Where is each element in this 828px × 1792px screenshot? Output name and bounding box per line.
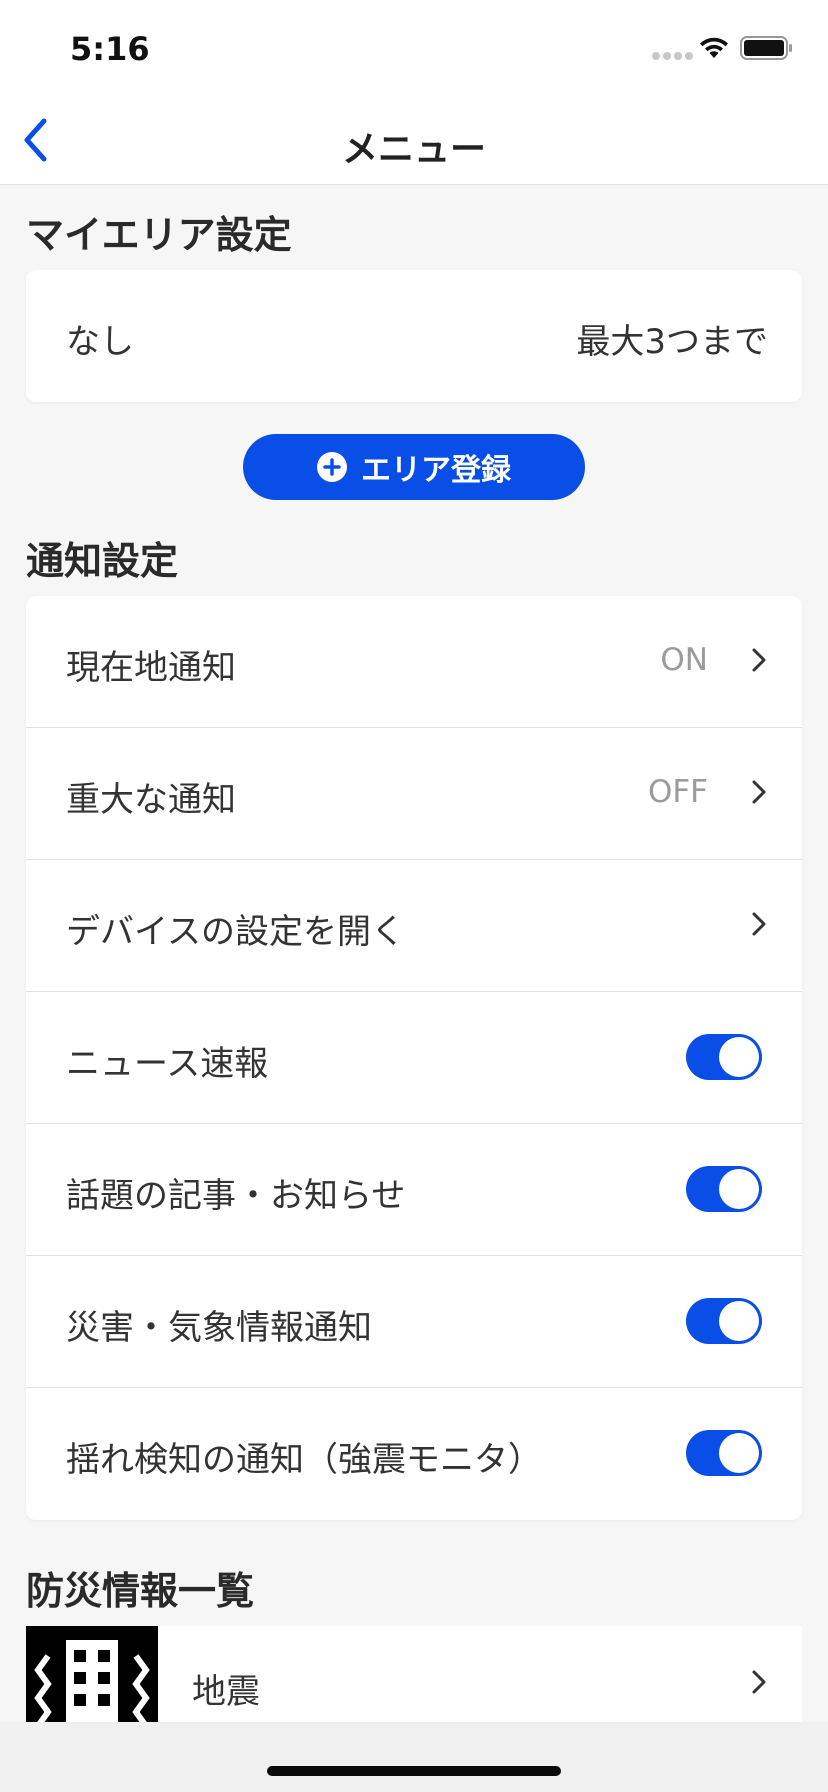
open-device-settings-row[interactable]: デバイスの設定を開く [26, 860, 802, 992]
disaster-info-section-title: 防災情報一覧 [26, 1569, 255, 1613]
my-area-current: なし [66, 322, 134, 362]
navigation-bar: メニュー [0, 100, 828, 185]
chevron-right-icon [752, 780, 766, 804]
row-label: 重大な通知 [66, 780, 236, 820]
row-label: 話題の記事・お知らせ [66, 1176, 406, 1216]
my-area-section-title: マイエリア設定 [26, 213, 292, 257]
notification-section-title: 通知設定 [26, 539, 179, 583]
plus-circle-icon [317, 452, 347, 482]
critical-notification-row[interactable]: 重大な通知 OFF [26, 728, 802, 860]
disaster-weather-row: 災害・気象情報通知 [26, 1256, 802, 1388]
cellular-signal-icon [652, 52, 693, 60]
chevron-right-icon [752, 912, 766, 936]
chevron-right-icon [752, 1670, 766, 1694]
toggle-knob [719, 1433, 759, 1473]
status-bar: 5:16 [0, 0, 828, 100]
breaking-news-toggle[interactable] [686, 1034, 762, 1080]
notification-settings-card: 現在地通知 ON 重大な通知 OFF デバイスの設定を開く ニュース速報 話題の… [26, 596, 802, 1520]
topics-toggle[interactable] [686, 1166, 762, 1212]
row-label: デバイスの設定を開く [66, 912, 405, 952]
add-area-label: エリア登録 [361, 453, 511, 488]
battery-icon [740, 36, 792, 60]
earthquake-list-item[interactable]: 地震 [26, 1626, 802, 1736]
page-title: メニュー [341, 129, 486, 170]
toggle-knob [719, 1037, 759, 1077]
shake-detection-toggle[interactable] [686, 1430, 762, 1476]
home-indicator-area [0, 1722, 828, 1792]
toggle-knob [719, 1301, 759, 1341]
row-value: ON [660, 642, 708, 678]
breaking-news-row: ニュース速報 [26, 992, 802, 1124]
location-notification-row[interactable]: 現在地通知 ON [26, 596, 802, 728]
status-time: 5:16 [70, 30, 150, 68]
row-label: 災害・気象情報通知 [66, 1308, 372, 1348]
chevron-right-icon [752, 648, 766, 672]
topics-row: 話題の記事・お知らせ [26, 1124, 802, 1256]
wifi-icon [700, 37, 728, 58]
toggle-knob [719, 1169, 759, 1209]
row-value: OFF [647, 774, 708, 810]
my-area-limit: 最大3つまで [576, 322, 768, 362]
my-area-card: なし 最大3つまで [26, 270, 802, 402]
row-label: ニュース速報 [66, 1044, 269, 1084]
row-label: 揺れ検知の通知（強震モニタ） [66, 1440, 542, 1480]
home-indicator[interactable] [267, 1766, 561, 1776]
add-area-button[interactable]: エリア登録 [243, 434, 585, 500]
earthquake-building-icon [26, 1626, 158, 1736]
row-label: 現在地通知 [66, 648, 236, 688]
disaster-weather-toggle[interactable] [686, 1298, 762, 1344]
earthquake-label: 地震 [192, 1672, 260, 1712]
shake-detection-row: 揺れ検知の通知（強震モニタ） [26, 1388, 802, 1520]
